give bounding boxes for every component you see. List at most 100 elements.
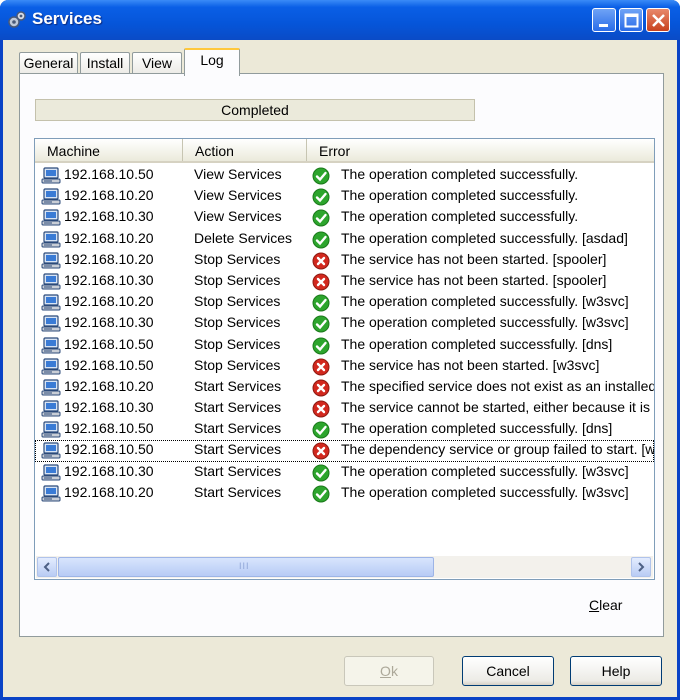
chevron-right-icon xyxy=(638,562,645,572)
action-cell: Stop Services xyxy=(194,293,281,310)
scroll-thumb[interactable]: III xyxy=(58,557,434,577)
machine-cell: 192.168.10.20 xyxy=(64,250,154,267)
table-row[interactable]: 192.168.10.30 Start Services The service c… xyxy=(35,398,654,419)
error-cell: The operation completed successfully. [w… xyxy=(341,483,629,500)
error-cell: The operation completed successfully. [w… xyxy=(341,314,629,331)
list-header: Machine Action Error xyxy=(35,139,654,163)
list-rows: 192.168.10.50 View Services The operation … xyxy=(35,165,654,504)
error-cell: The operation completed successfully. [w… xyxy=(341,462,629,479)
error-cell: The service has not been started. [w3svc… xyxy=(341,356,600,373)
error-cell: The specified service does not exist as … xyxy=(341,377,655,394)
error-cell: The operation completed successfully. xyxy=(341,187,579,204)
table-row[interactable]: 192.168.10.20 Start Services The specified… xyxy=(35,377,654,398)
error-cell: The operation completed successfully. [w… xyxy=(341,293,629,310)
machine-cell: 192.168.10.30 xyxy=(64,399,154,416)
error-cell: The dependency service or group failed t… xyxy=(341,441,655,458)
tab-view[interactable]: View xyxy=(132,52,182,74)
close-icon xyxy=(652,14,665,27)
computer-icon xyxy=(41,167,61,185)
error-cell: The service has not been started. [spool… xyxy=(341,271,607,288)
red-x-icon xyxy=(312,442,330,460)
green-check-icon xyxy=(312,188,330,206)
table-row[interactable]: 192.168.10.50 Start Services The operation… xyxy=(35,419,654,440)
action-cell: Start Services xyxy=(194,399,282,416)
machine-cell: 192.168.10.50 xyxy=(64,441,154,458)
table-row[interactable]: 192.168.10.30 Stop Services The service ha… xyxy=(35,271,654,292)
table-row[interactable]: 192.168.10.20 Start Services The operation… xyxy=(35,483,654,504)
table-row[interactable]: 192.168.10.50 Start Services The dependenc… xyxy=(35,440,655,462)
table-row[interactable]: 192.168.10.20 Stop Services The service ha… xyxy=(35,250,654,271)
progress-text: Completed xyxy=(221,102,289,118)
machine-cell: 192.168.10.50 xyxy=(64,420,154,437)
gears-icon xyxy=(8,11,26,28)
minimize-icon xyxy=(599,24,608,27)
table-row[interactable]: 192.168.10.50 Stop Services The service ha… xyxy=(35,356,654,377)
green-check-icon xyxy=(312,485,330,503)
table-row[interactable]: 192.168.10.20 View Services The operation … xyxy=(35,186,654,207)
table-row[interactable]: 192.168.10.20 Stop Services The operation … xyxy=(35,292,654,313)
computer-icon xyxy=(41,209,61,227)
tab-install[interactable]: Install xyxy=(80,52,130,74)
computer-icon xyxy=(41,464,61,482)
maximize-icon xyxy=(624,13,639,28)
action-cell: Stop Services xyxy=(194,271,281,288)
chevron-left-icon xyxy=(43,562,50,572)
scroll-right-button[interactable] xyxy=(631,557,651,577)
action-cell: Stop Services xyxy=(194,335,281,352)
error-cell: The operation completed successfully. xyxy=(341,166,579,182)
title-bar[interactable]: Services xyxy=(0,0,680,40)
column-machine[interactable]: Machine xyxy=(35,139,183,161)
column-action[interactable]: Action xyxy=(183,139,307,161)
error-cell: The service has not been started. [spool… xyxy=(341,250,607,267)
green-check-icon xyxy=(312,231,330,249)
computer-icon xyxy=(41,273,61,291)
computer-icon xyxy=(41,421,61,439)
horizontal-scrollbar[interactable]: III xyxy=(36,556,653,578)
table-row[interactable]: 192.168.10.50 View Services The operation … xyxy=(35,165,654,186)
ok-button[interactable]: Ok xyxy=(344,656,434,686)
tab-log[interactable]: Log xyxy=(184,48,240,76)
computer-icon xyxy=(41,188,61,206)
scroll-left-button[interactable] xyxy=(37,557,57,577)
error-cell: The operation completed successfully. [d… xyxy=(341,335,613,352)
computer-icon xyxy=(41,294,61,312)
red-x-icon xyxy=(312,379,330,397)
table-row[interactable]: 192.168.10.30 Start Services The operation… xyxy=(35,462,654,483)
computer-icon xyxy=(41,315,61,333)
action-cell: View Services xyxy=(194,208,282,225)
log-list[interactable]: Machine Action Error 192.168.10.50 View S… xyxy=(34,138,655,580)
column-error[interactable]: Error xyxy=(307,139,654,161)
progress-bar: Completed xyxy=(35,99,475,121)
clear-button[interactable]: Clear xyxy=(589,597,622,613)
help-button[interactable]: Help xyxy=(570,656,662,686)
action-cell: Start Services xyxy=(194,441,282,458)
error-cell: The operation completed successfully. [d… xyxy=(341,420,613,437)
error-cell: The operation completed successfully. xyxy=(341,208,579,225)
machine-cell: 192.168.10.30 xyxy=(64,462,154,479)
machine-cell: 192.168.10.30 xyxy=(64,208,154,225)
minimize-button[interactable] xyxy=(592,8,616,32)
green-check-icon xyxy=(312,167,330,185)
cancel-button[interactable]: Cancel xyxy=(462,656,554,686)
action-cell: Delete Services xyxy=(194,229,293,246)
table-row[interactable]: 192.168.10.30 View Services The operation … xyxy=(35,207,654,228)
red-x-icon xyxy=(312,252,330,270)
action-cell: Start Services xyxy=(194,462,282,479)
machine-cell: 192.168.10.50 xyxy=(64,166,154,182)
machine-cell: 192.168.10.30 xyxy=(64,271,154,288)
computer-icon xyxy=(41,358,61,376)
computer-icon xyxy=(41,485,61,503)
table-row[interactable]: 192.168.10.50 Stop Services The operation … xyxy=(35,335,654,356)
red-x-icon xyxy=(312,358,330,376)
machine-cell: 192.168.10.20 xyxy=(64,483,154,500)
maximize-button[interactable] xyxy=(619,8,643,32)
close-button[interactable] xyxy=(646,8,670,32)
tab-general[interactable]: General xyxy=(19,52,78,74)
table-row[interactable]: 192.168.10.20 Delete Services The operatio… xyxy=(35,229,654,250)
machine-cell: 192.168.10.20 xyxy=(64,229,154,246)
error-cell: The operation completed successfully. [a… xyxy=(341,229,628,246)
red-x-icon xyxy=(312,400,330,418)
action-cell: Stop Services xyxy=(194,356,281,373)
table-row[interactable]: 192.168.10.30 Stop Services The operation … xyxy=(35,313,654,334)
computer-icon xyxy=(41,442,61,460)
